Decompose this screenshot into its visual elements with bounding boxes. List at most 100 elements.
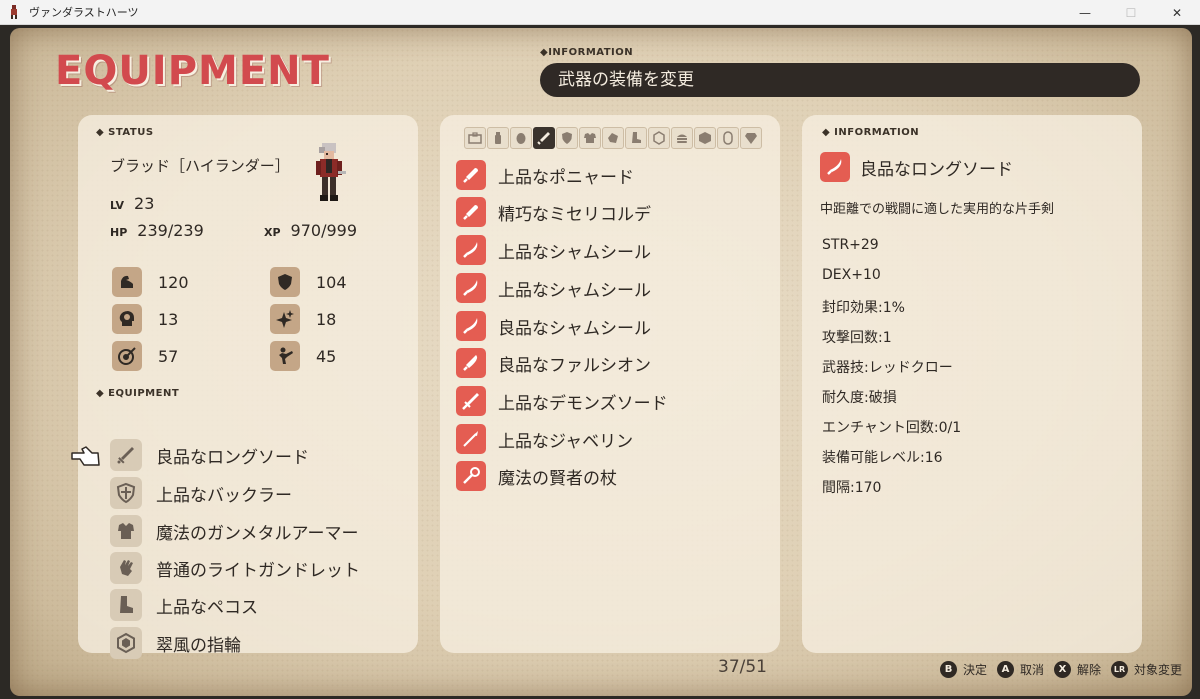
attr-intelligence-value: 13	[158, 309, 179, 329]
attr-defense: 104	[270, 267, 347, 297]
hp-label: HP	[110, 226, 128, 239]
confirm-label: 決定	[963, 663, 988, 677]
app-icon	[7, 5, 21, 19]
weapon-list-item[interactable]: 上品なシャムシール	[456, 273, 651, 303]
egg-icon[interactable]	[510, 127, 532, 149]
switch-target-label: 対象変更	[1134, 663, 1183, 677]
capsule-icon[interactable]	[717, 127, 739, 149]
attr-strength-value: 120	[158, 272, 189, 292]
equip-slot-ring[interactable]: 翠風の指輪	[110, 627, 241, 659]
weapon-list-item[interactable]: 精巧なミセリコルデ	[456, 197, 651, 227]
weapon-name: 魔法の賢者の杖	[498, 468, 617, 489]
page-counter: 37/51	[718, 657, 767, 677]
character-sprite	[316, 143, 346, 201]
attr-agility-value: 45	[316, 346, 337, 366]
switch-target-hint[interactable]: LR 対象変更	[1111, 661, 1182, 678]
ring-icon[interactable]	[648, 127, 670, 149]
equip-slot-gauntlet[interactable]: 普通のライトガンドレット	[110, 552, 360, 584]
weapon-name: 上品なデモンズソード	[498, 393, 668, 414]
gauntlet-icon[interactable]	[602, 127, 624, 149]
boots-icon	[110, 589, 142, 621]
food-icon[interactable]	[671, 127, 693, 149]
hp-line: HP 239/239	[110, 221, 204, 240]
minimize-button[interactable]: —	[1062, 0, 1108, 25]
sword-icon	[820, 152, 850, 182]
scimitar-icon	[456, 235, 486, 265]
window-titlebar: ヴァンダラストハーツ — ☐ ✕	[0, 0, 1200, 25]
cube-icon[interactable]	[694, 127, 716, 149]
confirm-hint[interactable]: B 決定	[940, 661, 987, 678]
lv-label: LV	[110, 199, 125, 212]
equip-slot-name: 上品なバックラー	[156, 485, 292, 506]
detail-stat: 装備可能レベル:16	[822, 450, 943, 466]
cancel-label: 取消	[1020, 663, 1045, 677]
sparkle-magic-icon	[270, 304, 300, 334]
detail-stat: 武器技:レッドクロー	[822, 360, 953, 376]
detail-stat: 攻撃回数:1	[822, 330, 892, 346]
all-items-icon[interactable]	[464, 127, 486, 149]
xp-line: XP 970/999	[264, 221, 357, 240]
detail-item-name: 良品なロングソード	[860, 159, 1013, 180]
detail-description: 中距離での戦闘に適した実用的な片手剣	[820, 202, 1055, 217]
weapon-name: 上品なポニャード	[498, 167, 634, 188]
gauntlet-icon	[110, 552, 142, 584]
armor-icon[interactable]	[579, 127, 601, 149]
detail-stat: 耐久度:破損	[822, 390, 897, 406]
javelin-icon	[456, 424, 486, 454]
detail-stat: エンチャント回数:0/1	[822, 420, 962, 436]
character-name: ブラッド［ハイランダー］	[110, 157, 290, 175]
status-section-label: ◆ STATUS	[96, 127, 154, 138]
xp-value: 970/999	[290, 221, 358, 240]
equip-slot-weapon[interactable]: 良品なロングソード	[110, 439, 309, 471]
shield-icon	[110, 477, 142, 509]
weapon-name: 精巧なミセリコルデ	[498, 204, 651, 225]
item-list-panel: 上品なポニャード 精巧なミセリコルデ 上品なシャムシール 上品なシャムシール 良…	[440, 115, 780, 653]
brain-intelligence-icon	[112, 304, 142, 334]
gem-icon[interactable]	[740, 127, 762, 149]
equip-slot-name: 魔法のガンメタルアーマー	[156, 523, 359, 544]
armor-icon	[110, 515, 142, 547]
detail-stat: 間隔:170	[822, 480, 882, 496]
equip-slot-name: 良品なロングソード	[156, 447, 309, 468]
scimitar-icon	[456, 273, 486, 303]
weapon-list-item[interactable]: 魔法の賢者の杖	[456, 461, 617, 491]
weapon-name: 良品なファルシオン	[498, 355, 651, 376]
equip-slot-armor[interactable]: 魔法のガンメタルアーマー	[110, 515, 358, 547]
boots-icon[interactable]	[625, 127, 647, 149]
cancel-hint[interactable]: A 取消	[997, 661, 1044, 678]
item-detail-panel: ◆ INFORMATION 良品なロングソード 中距離での戦闘に適した実用的な片…	[802, 115, 1142, 653]
potion-icon[interactable]	[487, 127, 509, 149]
weapon-list-item[interactable]: 良品なファルシオン	[456, 348, 651, 378]
shield-defense-icon	[270, 267, 300, 297]
ring-icon	[110, 627, 142, 659]
detail-title-row: 良品なロングソード	[820, 152, 1013, 182]
weapon-list-item[interactable]: 良品なシャムシール	[456, 311, 651, 341]
dagger-icon	[456, 197, 486, 227]
detail-stat: STR+29	[822, 237, 879, 253]
detail-stat: 封印効果:1%	[822, 300, 905, 316]
hp-value: 239/239	[137, 221, 204, 240]
attr-magic-value: 18	[316, 309, 337, 329]
weapon-list-item[interactable]: 上品なジャベリン	[456, 424, 633, 454]
attr-defense-value: 104	[316, 272, 347, 292]
level-line: LV 23	[110, 194, 154, 213]
shield-icon[interactable]	[556, 127, 578, 149]
close-button[interactable]: ✕	[1154, 0, 1200, 25]
category-tabs	[464, 127, 762, 149]
detail-section-label: ◆ INFORMATION	[822, 127, 920, 138]
weapon-list-item[interactable]: 上品なシャムシール	[456, 235, 651, 265]
parchment-background: EQUIPMENT ◆INFORMATION 武器の装備を変更 ◆ STATUS…	[10, 28, 1192, 696]
hand-pointer-icon	[71, 446, 100, 466]
weapon-list-item[interactable]: 上品なデモンズソード	[456, 386, 668, 416]
maximize-button[interactable]: ☐	[1108, 0, 1154, 25]
weapon-name: 上品なシャムシール	[498, 280, 651, 301]
weapon-name: 良品なシャムシール	[498, 318, 651, 339]
weapon-sword-icon[interactable]	[533, 127, 555, 149]
weapon-list-item[interactable]: 上品なポニャード	[456, 160, 634, 190]
equip-slot-shield[interactable]: 上品なバックラー	[110, 477, 292, 509]
b-button-icon: B	[940, 661, 957, 678]
attr-agility: 45	[270, 341, 336, 371]
weapon-name: 上品なシャムシール	[498, 242, 651, 263]
unequip-hint[interactable]: X 解除	[1054, 661, 1101, 678]
equip-slot-boots[interactable]: 上品なペコス	[110, 589, 258, 621]
